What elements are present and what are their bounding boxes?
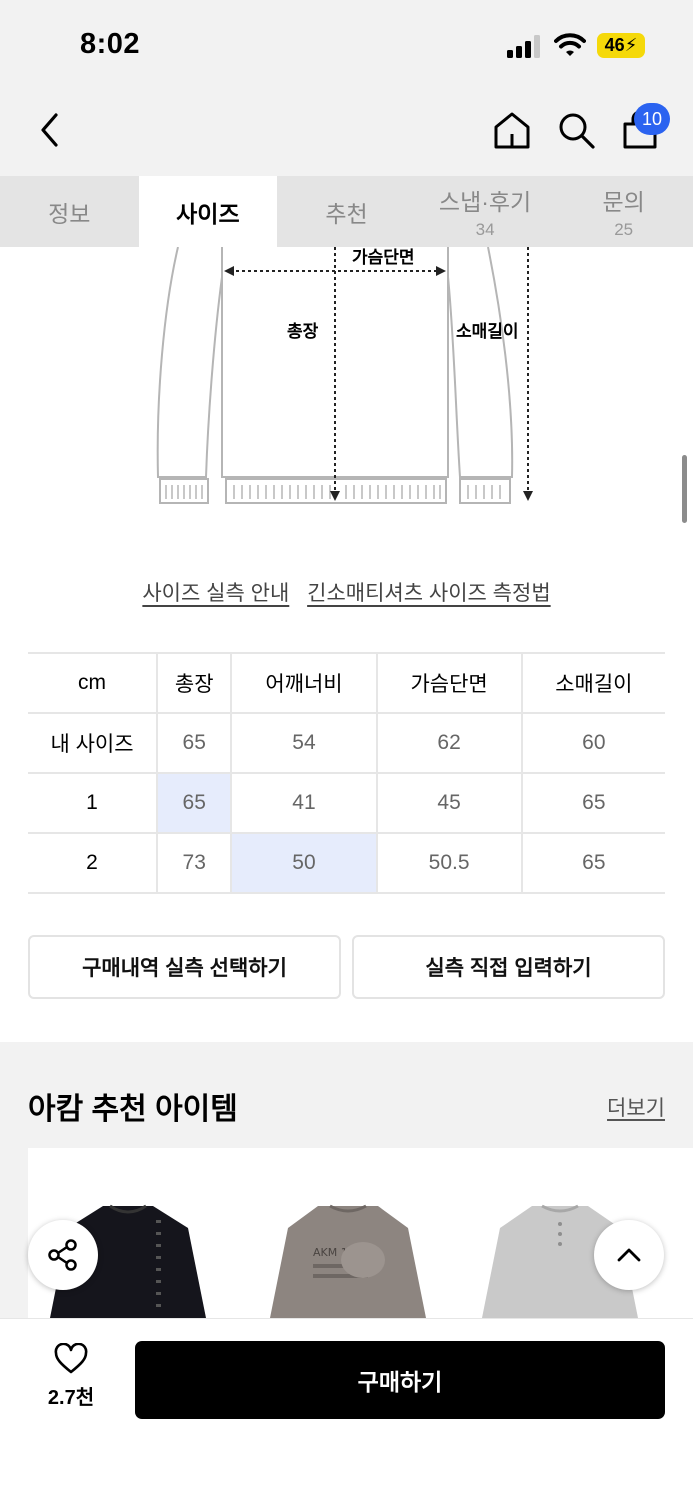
tab-inquiry[interactable]: 문의 25 <box>554 176 693 247</box>
table-cell: 50.5 <box>376 833 523 894</box>
size-guide-links: 사이즈 실측 안내 긴소매티셔츠 사이즈 측정법 <box>0 577 693 607</box>
table-row: 내 사이즈 65 54 62 60 <box>28 713 665 774</box>
battery-level: 46 <box>604 35 625 55</box>
bottom-purchase-bar: 2.7천 구매하기 <box>0 1318 693 1500</box>
table-cell: 65 <box>521 833 665 894</box>
tab-bar: 정보 사이즈 추천 스냅·후기 34 문의 25 <box>0 176 693 247</box>
table-cell-highlighted: 50 <box>231 833 378 894</box>
tab-label: 정보 <box>48 200 91 227</box>
wifi-icon <box>554 33 586 56</box>
like-button[interactable]: 2.7천 <box>36 1343 106 1413</box>
cart-count-badge: 10 <box>634 103 670 135</box>
table-header-cell: 소매길이 <box>521 652 665 714</box>
tab-size[interactable]: 사이즈 <box>138 176 278 247</box>
tab-label: 스냅·후기 <box>438 189 532 215</box>
table-cell: 54 <box>231 713 378 774</box>
table-row-header: 2 <box>28 833 158 894</box>
section-title: 아캄 추천 아이템 <box>28 1093 238 1126</box>
table-cell: 62 <box>376 713 523 774</box>
nav-header <box>0 88 693 176</box>
table-cell: 45 <box>376 773 523 834</box>
cellular-signal-icon <box>507 34 543 58</box>
search-icon <box>559 113 595 149</box>
tab-label: 사이즈 <box>176 200 240 227</box>
tab-count: 25 <box>614 220 634 239</box>
share-button[interactable] <box>28 1220 98 1290</box>
table-header-cell: 가슴단면 <box>376 652 523 714</box>
like-count: 2.7천 <box>47 1387 95 1409</box>
size-diagram: 가슴단면 총장 소매길이 <box>150 246 550 510</box>
size-measurement-guide-link[interactable]: 사이즈 실측 안내 <box>142 582 289 605</box>
chevron-up-icon <box>617 1248 641 1262</box>
chevron-left-icon <box>41 113 58 147</box>
table-header-row: cm 총장 어깨너비 가슴단면 소매길이 <box>28 652 665 714</box>
recommend-product-list: AKM 199 <box>28 1148 693 1322</box>
share-icon <box>48 1239 77 1271</box>
tab-snap-review[interactable]: 스냅·후기 34 <box>416 176 555 247</box>
table-cell-highlighted: 65 <box>157 773 233 834</box>
scroll-to-top-button[interactable] <box>594 1220 664 1290</box>
tab-label: 문의 <box>602 189 645 215</box>
long-sleeve-measure-method-link[interactable]: 긴소매티셔츠 사이즈 측정법 <box>307 582 551 605</box>
table-cell: 60 <box>521 713 665 774</box>
status-time: 8:02 <box>80 28 141 60</box>
tab-recommend[interactable]: 추천 <box>277 176 416 247</box>
table-row-header: 내 사이즈 <box>28 713 158 774</box>
table-header-cell: 총장 <box>157 652 233 714</box>
search-button[interactable] <box>554 108 598 152</box>
recommend-section: 아캄 추천 아이템 더보기 AKM 199 <box>0 1042 693 1322</box>
select-from-purchase-history-button[interactable]: 구매내역 실측 선택하기 <box>28 935 341 999</box>
status-bar: 8:02 46⚡ <box>0 0 693 88</box>
table-cell: 73 <box>157 833 233 894</box>
table-header-cell: 어깨너비 <box>231 652 378 714</box>
tab-label: 추천 <box>325 200 368 227</box>
diagram-label-sleeve: 소매길이 <box>456 322 519 341</box>
back-button[interactable] <box>30 108 70 152</box>
table-row-header: 1 <box>28 773 158 834</box>
scrollbar[interactable] <box>682 455 687 523</box>
manual-measurement-input-button[interactable]: 실측 직접 입력하기 <box>352 935 665 999</box>
diagram-label-chest: 가슴단면 <box>352 248 415 267</box>
tab-count: 34 <box>475 220 495 239</box>
sweatshirt-diagram-image <box>156 246 533 504</box>
heart-icon <box>54 1343 88 1374</box>
table-row: 2 73 50 50.5 65 <box>28 833 665 894</box>
battery-icon: 46⚡ <box>597 33 645 58</box>
table-cell: 65 <box>521 773 665 834</box>
table-cell: 65 <box>157 713 233 774</box>
diagram-label-length: 총장 <box>287 322 319 341</box>
table-header-cell: cm <box>28 652 158 714</box>
home-button[interactable] <box>490 108 534 152</box>
table-row: 1 65 41 45 65 <box>28 773 665 834</box>
home-icon <box>494 112 530 149</box>
size-table: cm 총장 어깨너비 가슴단면 소매길이 내 사이즈 65 54 62 60 1… <box>28 652 665 894</box>
buy-button[interactable]: 구매하기 <box>135 1341 665 1419</box>
product-image-gray-henley-print[interactable]: AKM 199 <box>268 1198 428 1322</box>
see-more-link[interactable]: 더보기 <box>607 1092 665 1122</box>
table-cell: 41 <box>231 773 378 834</box>
tab-info[interactable]: 정보 <box>0 176 139 247</box>
